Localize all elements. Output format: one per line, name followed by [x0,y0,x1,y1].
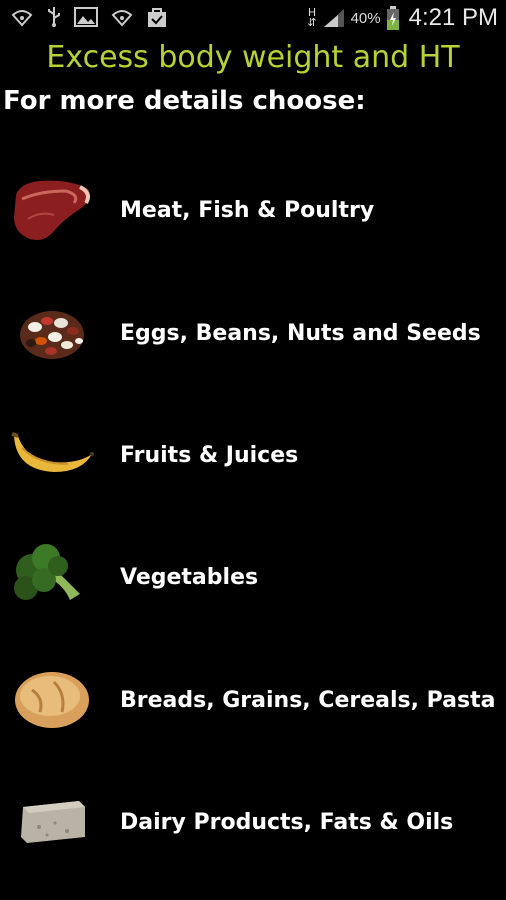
battery-percent: 40% [350,9,381,27]
broccoli-icon [8,537,96,617]
list-item-label: Eggs, Beans, Nuts and Seeds [120,320,481,346]
list-item-meat-fish-poultry[interactable]: Meat, Fish & Poultry [0,155,506,265]
list-item-fruits-juices[interactable]: Fruits & Juices [0,400,506,510]
network-type-label: H [307,6,317,19]
usb-icon [46,6,62,28]
signal-strength-icon [323,8,345,28]
list-item-eggs-beans-nuts-seeds[interactable]: Eggs, Beans, Nuts and Seeds [0,278,506,388]
bread-icon [8,660,96,740]
steak-icon [8,170,96,250]
page-title: Excess body weight and HT [46,40,460,75]
list-item-label: Vegetables [120,564,259,590]
battery-charging-icon [386,6,399,30]
list-item-dairy-fats-oils[interactable]: Dairy Products, Fats & Oils [0,767,506,877]
network-type-indicator: H ⇵ [307,6,317,29]
instruction-text: For more details choose: [3,86,366,116]
list-item-label: Dairy Products, Fats & Oils [120,809,454,835]
list-item-label: Fruits & Juices [120,442,299,468]
shopping-bag-icon [146,6,168,28]
beans-icon [8,293,96,373]
list-item-vegetables[interactable]: Vegetables [0,522,506,632]
list-item-label: Breads, Grains, Cereals, Pasta [120,687,496,713]
clock: 4:21 PM [408,4,498,31]
image-icon [74,7,98,27]
wifi-hotspot-icon [10,7,34,27]
notification-icons [10,6,168,28]
wifi-hotspot-icon [110,7,134,27]
banana-icon [8,415,96,495]
cheese-icon [8,782,96,862]
list-item-label: Meat, Fish & Poultry [120,197,375,223]
list-item-breads-grains-cereals-pasta[interactable]: Breads, Grains, Cereals, Pasta [0,645,506,755]
status-bar: H ⇵ 40% 4:21 PM [0,0,506,36]
system-indicators: H ⇵ 40% 4:21 PM [307,4,498,32]
